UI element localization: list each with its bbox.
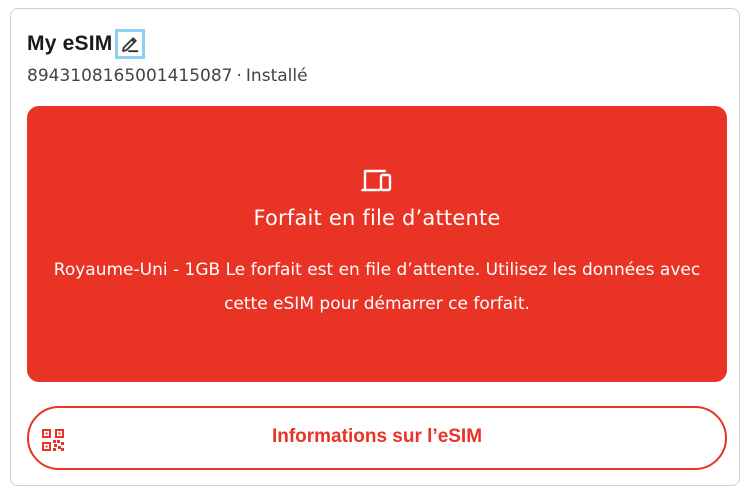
pencil-icon xyxy=(122,37,139,53)
esim-title: My eSIM xyxy=(27,32,113,55)
queued-plan-banner: Forfait en file d’attente Royaume-Uni - … xyxy=(27,106,727,382)
install-status: Installé xyxy=(245,66,308,86)
separator-dot: · xyxy=(236,66,242,86)
esim-info-label: Informations sur l’eSIM xyxy=(271,426,483,447)
iccid-number: 8943108165001415087 xyxy=(27,66,233,86)
esim-card: My eSIM 8943108165001415087 · Installé For… xyxy=(10,8,740,486)
banner-message: Royaume-Uni - 1GB Le forfait est en file… xyxy=(53,260,701,314)
banner-title: Forfait en file d’attente xyxy=(253,206,501,230)
devices-icon xyxy=(361,169,392,192)
esim-info-button[interactable]: Informations sur l’eSIM xyxy=(27,406,727,470)
title-row: My eSIM xyxy=(27,29,146,59)
esim-subtitle: 8943108165001415087 · Installé xyxy=(27,66,308,86)
edit-name-button[interactable] xyxy=(115,29,146,59)
